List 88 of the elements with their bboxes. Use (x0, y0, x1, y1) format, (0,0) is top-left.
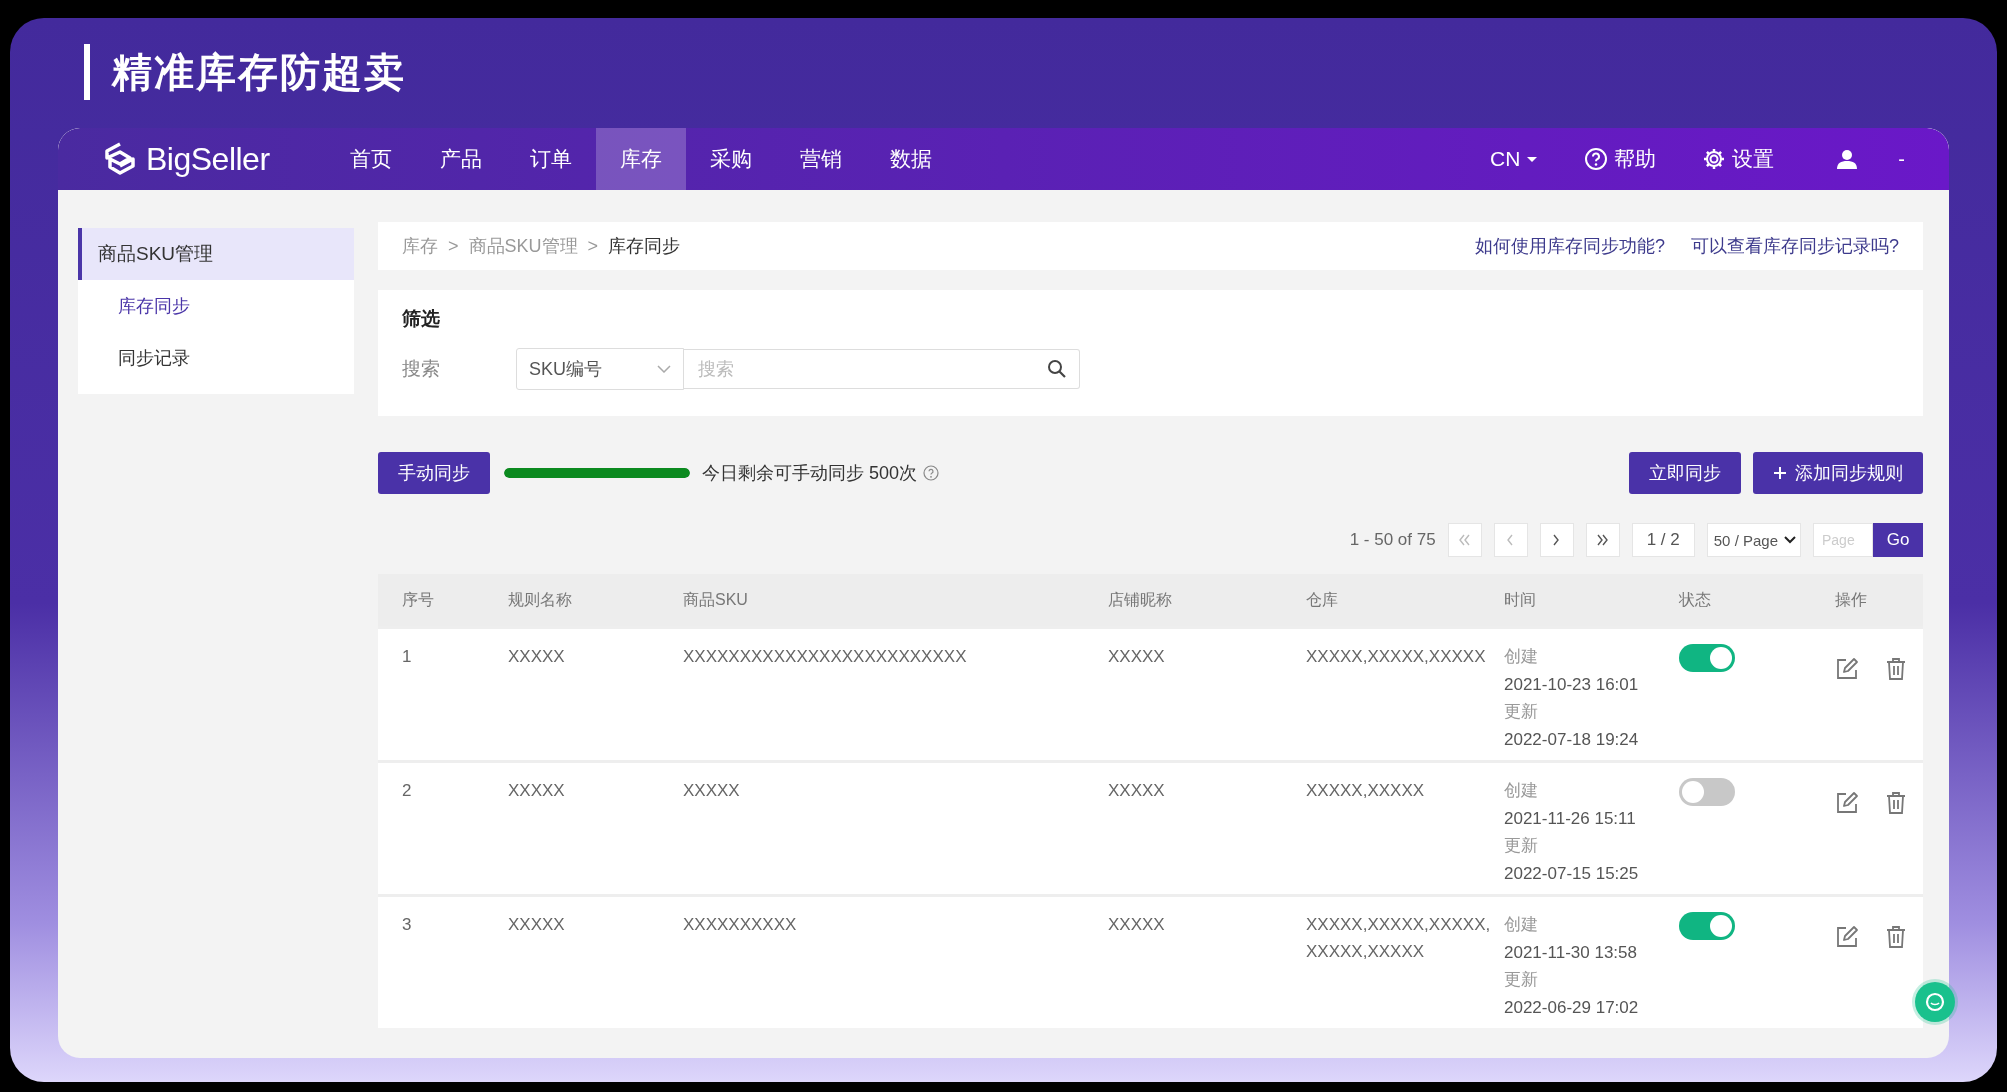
table-cell-text: XXXXX (1108, 914, 1166, 936)
language-dropdown[interactable]: CN (1490, 147, 1539, 171)
created-time: 2021-11-26 15:11 (1504, 807, 1637, 830)
help-icon[interactable] (923, 465, 940, 481)
table-cell-text: XXXXX (1108, 780, 1166, 802)
updated-time: 2022-07-18 19:24 (1504, 728, 1640, 751)
edit-icon[interactable] (1835, 657, 1859, 681)
updated-label: 更新 (1504, 969, 1539, 991)
table-cell-text: XXXXX (508, 914, 566, 936)
table-cell-text: XXXXX (508, 646, 566, 668)
page-indicator: 1 / 2 (1631, 523, 1695, 557)
trash-icon[interactable] (1885, 925, 1907, 949)
nav-tab[interactable]: 产品 (415, 128, 506, 190)
go-button[interactable]: Go (1873, 523, 1923, 557)
help-icon (1584, 147, 1609, 171)
table-cell-text: XXXXXXXXXX (683, 914, 798, 936)
sidebar-item[interactable]: 商品SKU管理 (78, 228, 354, 280)
user-icon[interactable] (1836, 148, 1859, 170)
table-cell-text: XXXXXXXXXXXXXXXXXXXXXXXXX (683, 646, 968, 668)
banner-title: 精准库存防超卖 (84, 44, 406, 100)
column-header: 店铺昵称 (1108, 589, 1173, 610)
updated-time: 2022-06-29 17:02 (1504, 996, 1640, 1019)
page-range: 1 - 50 of 75 (1349, 530, 1436, 550)
table-cell-text: XXXXX (683, 780, 741, 802)
table-cell-text: 1 (402, 646, 413, 668)
column-header: 序号 (402, 589, 435, 610)
updated-time: 2022-07-15 15:25 (1504, 862, 1640, 885)
add-rule-button[interactable]: 添加同步规则 (1753, 452, 1923, 494)
caret-icon (1526, 155, 1539, 163)
edit-icon[interactable] (1835, 791, 1859, 815)
nav-tab[interactable]: 采购 (685, 128, 776, 190)
user-name[interactable]: - (1898, 147, 1905, 171)
sidebar-subitem[interactable]: 同步记录 (78, 332, 354, 384)
search-label: 搜索 (402, 357, 441, 381)
settings-link[interactable]: 设置 (1702, 145, 1775, 173)
sidebar-subitem[interactable]: 库存同步 (78, 280, 354, 332)
status-toggle[interactable] (1679, 644, 1735, 672)
column-header: 仓库 (1306, 589, 1339, 610)
column-header: 状态 (1679, 589, 1712, 610)
nav-tab[interactable]: 订单 (505, 128, 596, 190)
created-label: 创建 (1504, 646, 1539, 668)
table-cell-text: XXXXX,XXXXX,XXXXX,XXXXX,XXXXX (1306, 914, 1492, 963)
logo-text: BigSeller (146, 140, 270, 178)
settings-icon (1702, 147, 1727, 171)
breadcrumb-separator: > (587, 235, 599, 257)
search-type-dropdown[interactable]: SKU编号 (516, 348, 684, 390)
table-cell-text: XXXXX,XXXXX (1306, 780, 1426, 802)
nav-tab[interactable]: 营销 (775, 128, 866, 190)
column-header: 操作 (1835, 589, 1868, 610)
updated-label: 更新 (1504, 701, 1539, 723)
quota-text: 今日剩余可手动同步 500次 (702, 462, 918, 485)
nav-tab[interactable]: 数据 (865, 128, 956, 190)
trash-icon[interactable] (1885, 791, 1907, 815)
edit-icon[interactable] (1835, 925, 1859, 949)
status-toggle[interactable] (1679, 778, 1735, 806)
created-time: 2021-10-23 16:01 (1504, 673, 1640, 696)
nav-tab[interactable]: 库存 (595, 128, 686, 190)
table-cell-text: 2 (402, 780, 413, 802)
page-size-dropdown[interactable]: 50 / Page (1706, 523, 1801, 557)
chevron-down-icon (657, 365, 671, 373)
table-cell-text: XXXXX (1108, 646, 1166, 668)
logo-icon (102, 142, 136, 176)
table-cell-text: XXXXX (508, 780, 566, 802)
column-header: 商品SKU (683, 589, 749, 610)
help-link[interactable]: 如何使用库存同步功能? (1474, 234, 1665, 258)
nav-tab[interactable]: 首页 (325, 128, 416, 190)
breadcrumb-separator: > (448, 235, 459, 257)
table-cell-text: 3 (402, 914, 413, 936)
trash-icon[interactable] (1885, 657, 1907, 681)
manual-sync-button[interactable]: 手动同步 (378, 452, 490, 494)
help-link[interactable]: 帮助 (1584, 145, 1657, 173)
column-header: 规则名称 (508, 589, 573, 610)
sync-now-button[interactable]: 立即同步 (1629, 452, 1741, 494)
column-header: 时间 (1504, 589, 1537, 610)
search-icon[interactable] (1047, 359, 1067, 379)
search-field[interactable]: 搜索 (684, 349, 1080, 389)
plus-icon (1773, 466, 1787, 480)
filter-title: 筛选 (402, 307, 440, 331)
created-label: 创建 (1504, 914, 1539, 936)
status-toggle[interactable] (1679, 912, 1735, 940)
chevron-down-icon (1784, 536, 1796, 544)
created-label: 创建 (1504, 780, 1539, 802)
created-time: 2021-11-30 13:58 (1504, 941, 1638, 964)
breadcrumb-item: 库存同步 (608, 235, 681, 258)
table-cell-text: XXXXX,XXXXX,XXXXX (1306, 646, 1487, 668)
updated-label: 更新 (1504, 835, 1539, 857)
chat-icon (1924, 991, 1946, 1013)
help-link[interactable]: 可以查看库存同步记录吗? (1691, 234, 1899, 258)
